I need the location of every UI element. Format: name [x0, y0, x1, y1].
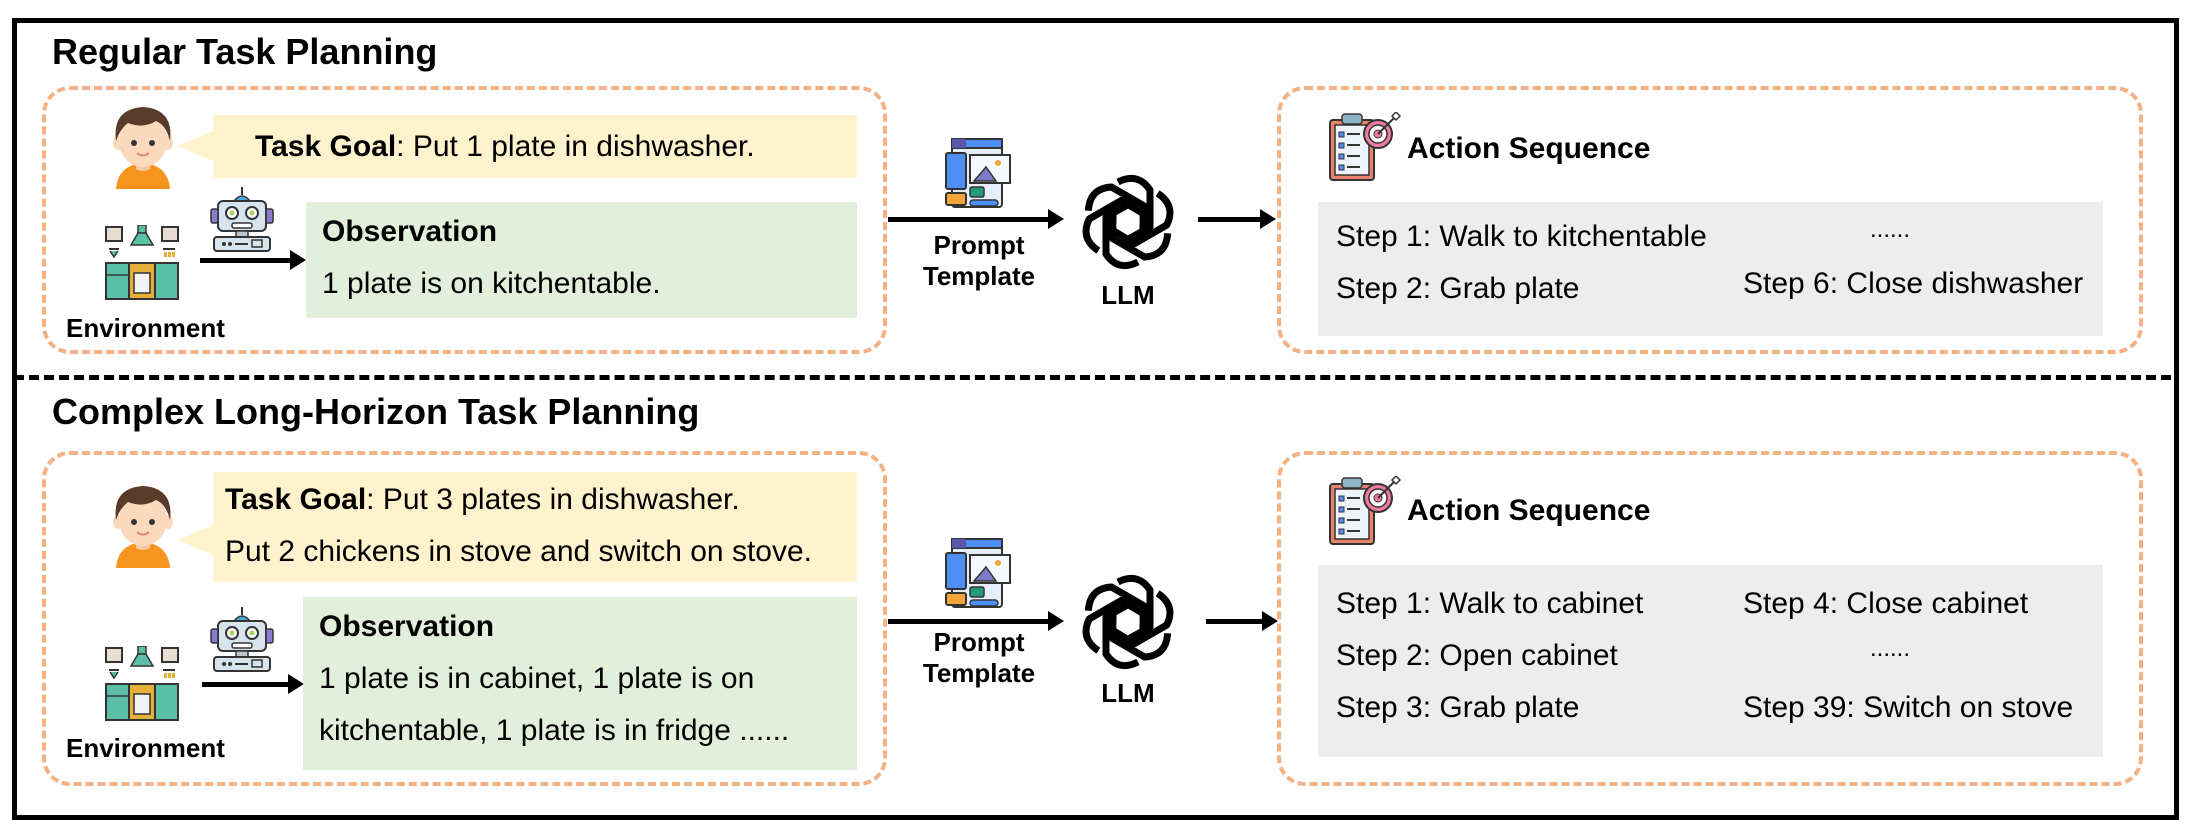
task-goal-text: : Put 3 plates in dishwasher.: [366, 483, 740, 516]
user-avatar-icon: [108, 482, 178, 568]
action-step: Step 1: Walk to cabinet: [1336, 587, 1644, 620]
action-step: Step 4: Close cabinet: [1743, 587, 2029, 620]
observation-title: Observation: [319, 610, 495, 643]
observation-title: Observation: [322, 215, 498, 248]
action-step-ellipsis: ......: [1870, 216, 1911, 243]
prompt-template-label: Prompt Template: [904, 627, 1054, 689]
action-steps-box: Step 1: Walk to kitchentable Step 2: Gra…: [1318, 202, 2103, 336]
action-step: Step 3: Grab plate: [1336, 691, 1580, 724]
task-goal-text: : Put 1 plate in dishwasher.: [396, 130, 755, 163]
clipboard-target-icon: [1328, 476, 1404, 546]
task-goal-bubble: Task Goal: Put 1 plate in dishwasher.: [177, 115, 857, 178]
task-goal-label: Task Goal: [225, 483, 367, 516]
prompt-label-line1: Prompt: [933, 230, 1025, 260]
environment-label: Environment: [66, 313, 225, 343]
action-steps-box: Step 1: Walk to cabinet Step 2: Open cab…: [1318, 565, 2103, 757]
action-step: Step 2: Open cabinet: [1336, 639, 1618, 672]
action-step: Step 39: Switch on stove: [1743, 691, 2074, 724]
prompt-to-llm-arrow: [888, 209, 1064, 229]
llm-label: LLM: [1101, 678, 1155, 708]
kitchen-icon: [105, 225, 179, 301]
robot-icon: [208, 187, 276, 253]
section-divider: [14, 375, 2171, 380]
user-avatar-icon: [108, 103, 178, 189]
env-to-observation-arrow: [200, 250, 306, 270]
observation-box: Observation 1 plate is in cabinet, 1 pla…: [303, 597, 857, 770]
prompt-to-llm-arrow: [888, 611, 1064, 631]
env-to-observation-arrow: [202, 674, 304, 694]
speech-tail: [177, 130, 215, 162]
prompt-template-label: Prompt Template: [904, 230, 1054, 292]
observation-text-line1: 1 plate is in cabinet, 1 plate is on: [319, 662, 755, 695]
action-step: Step 2: Grab plate: [1336, 272, 1580, 305]
prompt-label-line2: Template: [922, 658, 1036, 688]
speech-tail: [177, 524, 215, 556]
prompt-template-icon: [944, 537, 1014, 609]
clipboard-target-icon: [1328, 112, 1404, 182]
section-title-regular: Regular Task Planning: [52, 31, 438, 72]
llm-label: LLM: [1101, 280, 1155, 310]
action-sequence-title: Action Sequence: [1407, 132, 1651, 165]
action-sequence-title: Action Sequence: [1407, 494, 1651, 527]
prompt-label-line2: Template: [922, 261, 1036, 291]
robot-icon: [208, 607, 276, 673]
openai-logo-icon: [1077, 171, 1179, 273]
prompt-template-icon: [944, 137, 1014, 209]
task-goal-label: Task Goal: [255, 130, 397, 163]
observation-text-line2: kitchentable, 1 plate is in fridge .....…: [319, 714, 790, 747]
kitchen-icon: [105, 646, 179, 722]
prompt-label-line1: Prompt: [933, 627, 1025, 657]
openai-logo-icon: [1077, 571, 1179, 673]
task-goal-text-line2: Put 2 chickens in stove and switch on st…: [225, 535, 812, 568]
action-step-ellipsis: ......: [1870, 635, 1911, 662]
llm-to-action-arrow: [1206, 611, 1278, 631]
section-title-complex: Complex Long-Horizon Task Planning: [52, 391, 700, 432]
observation-box: Observation 1 plate is on kitchentable.: [306, 202, 857, 318]
observation-text: 1 plate is on kitchentable.: [322, 267, 661, 300]
llm-to-action-arrow: [1198, 209, 1276, 229]
action-step: Step 6: Close dishwasher: [1743, 267, 2084, 300]
task-goal-bubble: Task Goal: Put 3 plates in dishwasher. P…: [177, 472, 857, 582]
environment-label: Environment: [66, 733, 225, 763]
action-step: Step 1: Walk to kitchentable: [1336, 220, 1707, 253]
